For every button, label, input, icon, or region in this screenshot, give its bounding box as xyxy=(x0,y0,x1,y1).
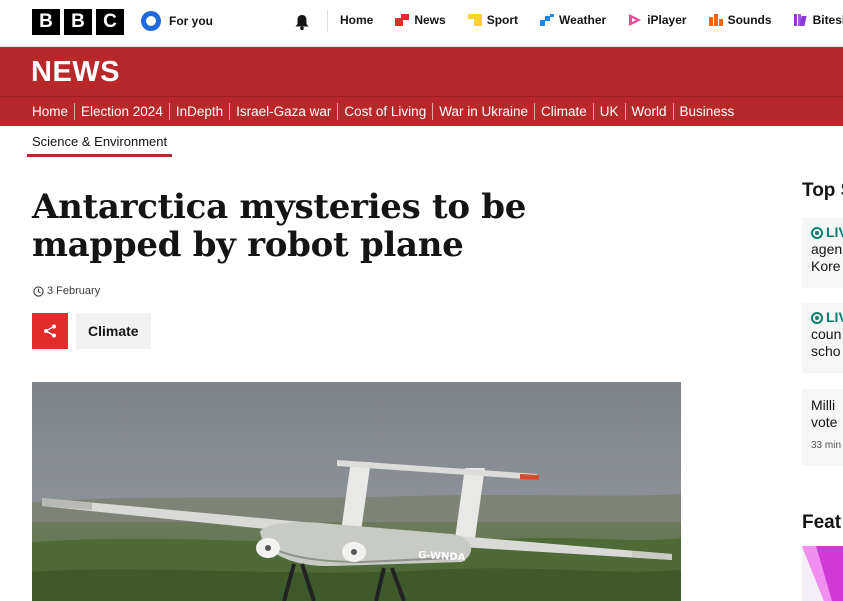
live-badge: LIV xyxy=(811,224,843,241)
clock-icon xyxy=(33,285,44,297)
nav-sport[interactable]: Sport xyxy=(467,13,519,27)
live-label: LIV xyxy=(826,224,843,240)
live-icon xyxy=(811,226,823,239)
nav-bitesize-label: Bitesize xyxy=(812,13,843,27)
story-line: Kore xyxy=(811,258,841,274)
nav-divider xyxy=(327,10,328,32)
feature-thumbnail[interactable] xyxy=(802,546,843,601)
logo-letter: B xyxy=(32,9,60,35)
robot-plane-photo: G-WNDA xyxy=(32,382,681,601)
news-wordmark[interactable]: NEWS xyxy=(31,56,120,89)
section-nav-item[interactable]: Climate xyxy=(541,103,594,120)
nav-weather-label: Weather xyxy=(559,13,607,27)
nav-iplayer[interactable]: iPlayer xyxy=(628,13,687,27)
features-heading: Feat xyxy=(802,512,842,533)
nav-iplayer-label: iPlayer xyxy=(647,13,687,27)
nav-news[interactable]: News xyxy=(395,13,446,27)
top-story-card[interactable]: Milli vote 33 min xyxy=(802,389,843,466)
top-story-card[interactable]: LIV coun scho xyxy=(802,303,843,373)
story-line: scho xyxy=(811,343,841,359)
news-icon xyxy=(395,14,410,26)
nav-weather[interactable]: Weather xyxy=(540,13,606,27)
nav-bitesize[interactable]: Bitesize xyxy=(793,13,843,27)
article-date-text: 3 February xyxy=(47,285,101,297)
live-badge: LIV xyxy=(811,309,843,326)
topic-tag-climate[interactable]: Climate xyxy=(76,313,151,349)
section-nav-item[interactable]: War in Ukraine xyxy=(439,103,535,120)
section-nav-item[interactable]: Israel-Gaza war xyxy=(236,103,339,120)
story-timestamp: 33 min xyxy=(811,440,842,451)
masthead: B B C For you Home News Sport Weather iP… xyxy=(0,0,843,47)
live-label: LIV xyxy=(826,309,843,325)
weather-icon xyxy=(540,14,555,26)
feature-image xyxy=(802,546,843,601)
section-nav-item[interactable]: World xyxy=(632,103,674,120)
news-banner: NEWS xyxy=(0,47,843,96)
account-icon xyxy=(141,11,161,31)
section-nav-item[interactable]: Election 2024 xyxy=(81,103,170,120)
bitesize-icon xyxy=(793,14,807,26)
nav-home-label: Home xyxy=(340,13,374,27)
nav-sport-label: Sport xyxy=(486,13,519,27)
story-line: Milli xyxy=(811,397,836,413)
top-story-card[interactable]: LIV agen Kore xyxy=(802,218,843,288)
for-you-label: For you xyxy=(169,14,213,28)
for-you-link[interactable]: For you xyxy=(141,11,213,31)
section-nav-item[interactable]: Home xyxy=(32,103,76,120)
iplayer-icon xyxy=(629,14,642,26)
sounds-icon xyxy=(708,14,723,26)
nav-sounds[interactable]: Sounds xyxy=(708,13,772,27)
bbc-logo[interactable]: B B C xyxy=(32,9,124,35)
live-icon xyxy=(811,311,823,324)
article-hero-image: G-WNDA xyxy=(32,382,681,601)
share-button[interactable] xyxy=(32,313,68,349)
story-line: agen xyxy=(811,241,843,257)
section-nav: Home Election 2024 InDepth Israel-Gaza w… xyxy=(0,96,843,126)
share-icon xyxy=(44,324,56,338)
logo-letter: B xyxy=(64,9,92,35)
article-date: 3 February xyxy=(33,285,100,297)
nav-news-label: News xyxy=(414,13,446,27)
section-nav-item[interactable]: Business xyxy=(680,103,741,120)
section-nav-item[interactable]: UK xyxy=(600,103,626,120)
notifications-bell-icon[interactable] xyxy=(293,13,311,31)
nav-home[interactable]: Home xyxy=(340,13,373,27)
section-nav-item[interactable]: Cost of Living xyxy=(344,103,434,120)
logo-letter: C xyxy=(96,9,124,35)
nav-sounds-label: Sounds xyxy=(727,13,772,27)
story-line: vote xyxy=(811,414,838,430)
subnav-science-environment[interactable]: Science & Environment xyxy=(27,134,173,157)
story-line: coun xyxy=(811,326,842,342)
top-stories-heading: Top S xyxy=(802,180,843,201)
sport-icon xyxy=(467,14,482,26)
article-headline: Antarctica mysteries to be mapped by rob… xyxy=(32,187,527,265)
top-nav: Home News Sport Weather iPlayer Sounds B… xyxy=(340,13,843,27)
section-nav-item[interactable]: InDepth xyxy=(176,103,231,120)
